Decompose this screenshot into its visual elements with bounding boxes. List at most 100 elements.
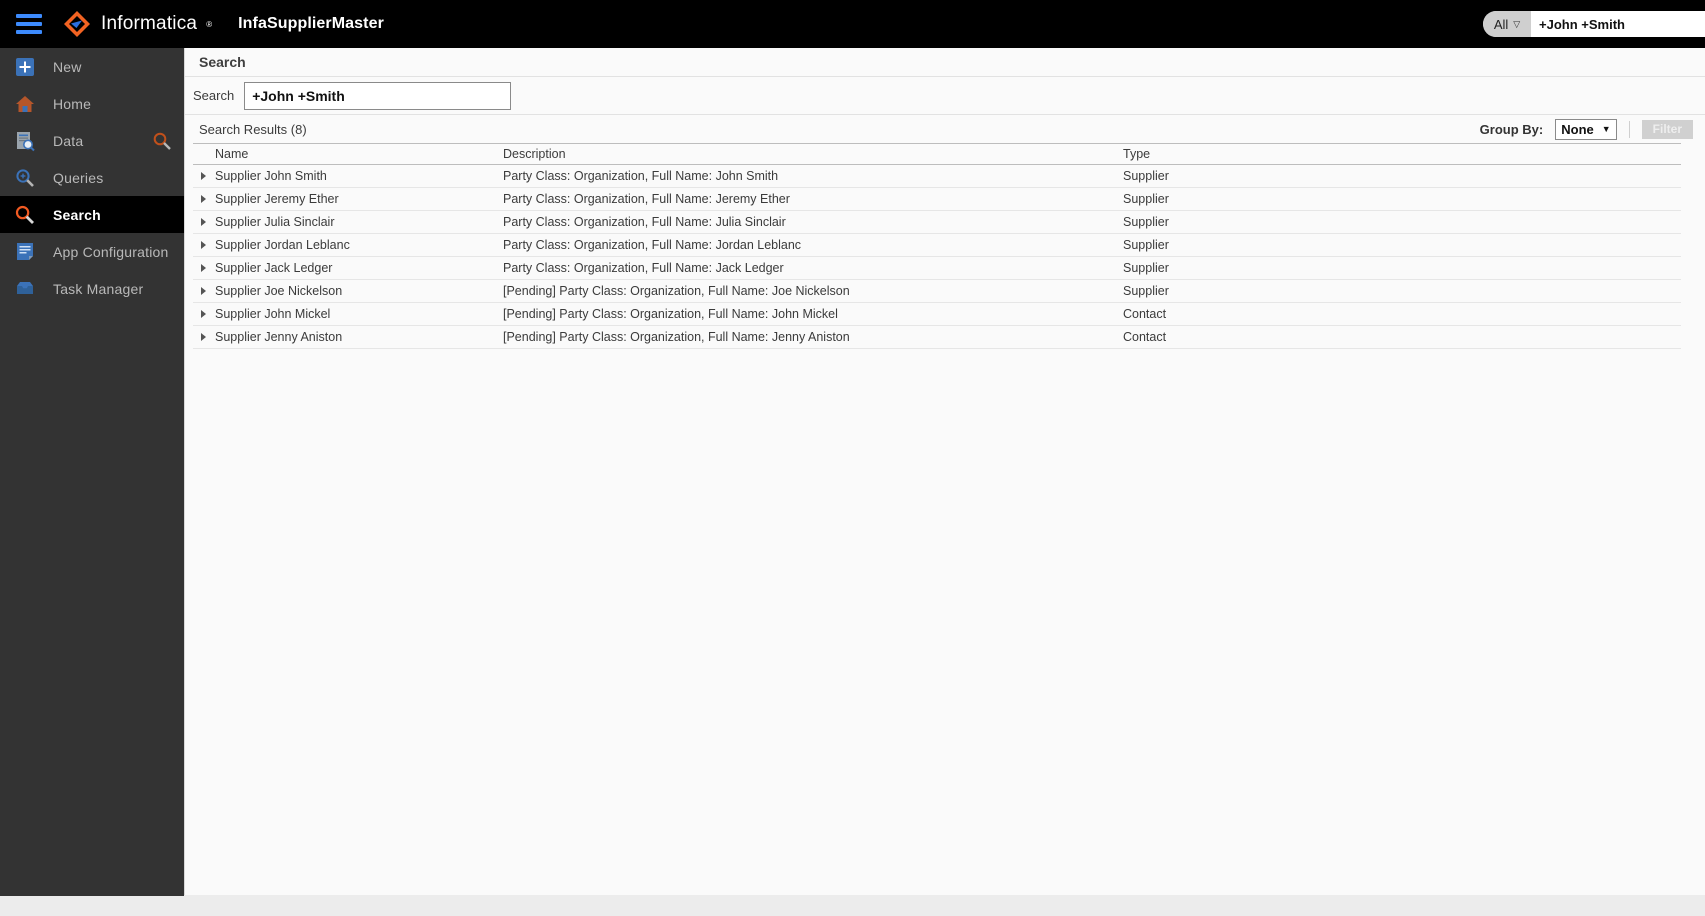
expand-arrow-icon[interactable] — [201, 218, 206, 226]
cell-type: Supplier — [1123, 192, 1169, 206]
expand-arrow-icon[interactable] — [201, 264, 206, 272]
row-name-text: Supplier Julia Sinclair — [215, 215, 335, 229]
group-by-value: None — [1561, 121, 1594, 137]
cell-type: Contact — [1123, 307, 1167, 321]
cell-description: Party Class: Organization, Full Name: Jo… — [503, 169, 779, 183]
sidebar-item-home[interactable]: Home — [0, 85, 184, 122]
search-form: Search — [185, 77, 1705, 115]
sidebar-item-queries[interactable]: Queries — [0, 159, 184, 196]
home-icon — [14, 93, 36, 115]
sidebar-item-data[interactable]: Data — [0, 122, 184, 159]
top-bar: Informatica ® InfaSupplierMaster All ▽ +… — [0, 0, 1705, 48]
cell-name: Supplier Jack Ledger — [193, 261, 503, 275]
search-results-count: Search Results (8) — [199, 121, 307, 137]
sidebar-item-label: Data — [53, 132, 84, 149]
cell-name: Supplier Jenny Aniston — [193, 330, 503, 344]
cell-type: Supplier — [1123, 284, 1169, 298]
row-name-text: Supplier Jeremy Ether — [215, 192, 339, 206]
document-config-icon — [14, 241, 36, 263]
hamburger-line — [16, 14, 42, 18]
main-content: Search Search Search Results (8) Group B… — [184, 48, 1705, 895]
plus-square-icon — [14, 56, 36, 78]
cell-description: [Pending] Party Class: Organization, Ful… — [503, 330, 850, 344]
sidebar-item-label: App Configuration — [53, 243, 169, 260]
search-field-label: Search — [193, 88, 235, 103]
cell-type: Supplier — [1123, 169, 1169, 183]
sidebar-item-label: Home — [53, 95, 92, 112]
table-row[interactable]: Supplier Jack Ledger Party Class: Organi… — [193, 257, 1681, 280]
cell-type: Supplier — [1123, 261, 1169, 275]
sidebar-item-app-configuration[interactable]: App Configuration — [0, 233, 184, 270]
results-toolbar: Search Results (8) Group By: None ▼ Filt… — [185, 115, 1705, 143]
cell-description: Party Class: Organization, Full Name: Jo… — [503, 238, 802, 252]
row-name-text: Supplier Joe Nickelson — [215, 284, 343, 298]
row-name-text: Supplier John Smith — [215, 169, 327, 183]
informatica-diamond-icon — [62, 9, 92, 39]
table-row[interactable]: Supplier John Smith Party Class: Organiz… — [193, 165, 1681, 188]
global-search-input[interactable]: +John +Smith — [1531, 17, 1705, 32]
global-search-bar[interactable]: All ▽ +John +Smith — [1483, 11, 1705, 37]
chevron-down-icon: ▽ — [1513, 18, 1521, 29]
group-by-label: Group By: — [1479, 121, 1544, 137]
sidebar-item-label: New — [53, 58, 82, 75]
search-input[interactable] — [244, 81, 512, 110]
table-header-row: Name Description Type — [193, 144, 1681, 165]
chevron-down-icon: ▼ — [1601, 124, 1611, 134]
toolbar-divider — [1628, 120, 1630, 138]
expand-arrow-icon[interactable] — [201, 172, 206, 180]
row-name-text: Supplier Jordan Leblanc — [215, 238, 350, 252]
search-results-table: Name Description Type Supplier John Smit… — [193, 143, 1681, 349]
registered-mark: ® — [206, 19, 213, 29]
cell-name: Supplier Joe Nickelson — [193, 284, 503, 298]
table-row[interactable]: Supplier Joe Nickelson [Pending] Party C… — [193, 280, 1681, 303]
cell-description: Party Class: Organization, Full Name: Ju… — [503, 215, 786, 229]
sidebar-item-new[interactable]: New — [0, 48, 184, 85]
sidebar-item-search[interactable]: Search — [0, 196, 184, 233]
cell-description: Party Class: Organization, Full Name: Je… — [503, 192, 790, 206]
column-header-type[interactable]: Type — [1123, 147, 1681, 161]
cell-description: Party Class: Organization, Full Name: Ja… — [503, 261, 784, 275]
expand-arrow-icon[interactable] — [201, 310, 206, 318]
app-title: InfaSupplierMaster — [238, 15, 384, 32]
table-row[interactable]: Supplier Jenny Aniston [Pending] Party C… — [193, 326, 1681, 349]
sidebar-item-task-manager[interactable]: Task Manager — [0, 270, 184, 307]
sidebar-item-label: Queries — [53, 169, 104, 186]
brand-logo[interactable]: Informatica ® — [62, 9, 212, 39]
row-name-text: Supplier Jack Ledger — [215, 261, 333, 275]
expand-arrow-icon[interactable] — [201, 287, 206, 295]
expand-arrow-icon[interactable] — [201, 333, 206, 341]
cell-name: Supplier Jordan Leblanc — [193, 238, 503, 252]
column-header-name[interactable]: Name — [193, 147, 503, 161]
results-tools: Group By: None ▼ Filter — [1479, 118, 1693, 140]
cell-name: Supplier Jeremy Ether — [193, 192, 503, 206]
query-magnifier-icon — [14, 167, 36, 189]
column-header-description[interactable]: Description — [503, 147, 1123, 161]
cell-type: Supplier — [1123, 238, 1169, 252]
search-icon[interactable] — [152, 131, 172, 151]
hamburger-line — [16, 30, 42, 34]
row-name-text: Supplier Jenny Aniston — [215, 330, 343, 344]
table-row[interactable]: Supplier John Mickel [Pending] Party Cla… — [193, 303, 1681, 326]
group-by-select[interactable]: None ▼ — [1555, 118, 1617, 140]
table-row[interactable]: Supplier Julia Sinclair Party Class: Org… — [193, 211, 1681, 234]
cell-type: Contact — [1123, 330, 1167, 344]
data-search-icon — [14, 130, 36, 152]
filter-button[interactable]: Filter — [1641, 119, 1693, 139]
table-row[interactable]: Supplier Jordan Leblanc Party Class: Org… — [193, 234, 1681, 257]
status-strip — [184, 895, 1705, 916]
page-title: Search — [185, 48, 1705, 77]
global-search-scope-label: All — [1493, 16, 1509, 32]
cell-description: [Pending] Party Class: Organization, Ful… — [503, 284, 850, 298]
expand-arrow-icon[interactable] — [201, 195, 206, 203]
table-row[interactable]: Supplier Jeremy Ether Party Class: Organ… — [193, 188, 1681, 211]
hamburger-icon[interactable] — [16, 14, 42, 34]
cell-name: Supplier John Mickel — [193, 307, 503, 321]
cell-description: [Pending] Party Class: Organization, Ful… — [503, 307, 838, 321]
tray-icon — [14, 278, 36, 300]
expand-arrow-icon[interactable] — [201, 241, 206, 249]
global-search-scope-dropdown[interactable]: All ▽ — [1483, 11, 1531, 37]
sidebar-item-label: Search — [53, 206, 101, 223]
cell-name: Supplier Julia Sinclair — [193, 215, 503, 229]
row-name-text: Supplier John Mickel — [215, 307, 331, 321]
cell-name: Supplier John Smith — [193, 169, 503, 183]
